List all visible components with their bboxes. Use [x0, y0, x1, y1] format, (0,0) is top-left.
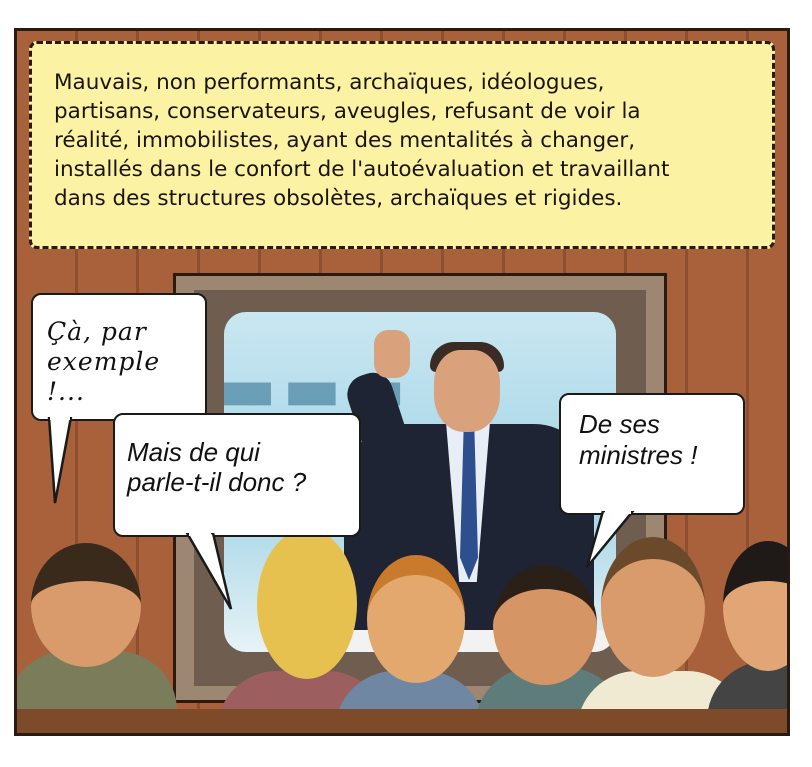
bubble-text: Mais de qui parle-t-il donc ? [127, 437, 306, 497]
caption-line: partisans, conservateurs, aveugles, refu… [54, 99, 641, 124]
audience-head-4 [493, 565, 597, 685]
comic-panel: Mauvais, non performants, archaïques, id… [14, 28, 790, 736]
bubble-text: Çà, par exemple !... [47, 317, 205, 407]
bubble-line: ministres ! [579, 440, 698, 470]
bubble-tail-surprise [47, 417, 73, 504]
bubble-line: Mais de qui [127, 437, 260, 467]
speech-bubble-answer: De ses ministres ! [559, 393, 745, 515]
caption-box: Mauvais, non performants, archaïques, id… [29, 41, 775, 249]
caption-line: Mauvais, non performants, archaïques, id… [54, 70, 605, 95]
bubble-line: Çà, par [47, 317, 147, 346]
bubble-tail-answer [585, 511, 635, 568]
audience-head-3 [367, 555, 465, 683]
bubble-text: De ses ministres ! [579, 409, 697, 471]
audience-head-1 [31, 543, 141, 667]
speaker-pointing-hand [374, 330, 410, 378]
caption-line: réalité, immobilistes, ayant des mentali… [54, 128, 636, 153]
bubble-tail-question [185, 533, 233, 610]
bubble-line: exemple !... [47, 347, 161, 406]
bubble-line: parle-t-il donc ? [127, 467, 307, 497]
caption-line: installés dans le confort de l'autoévalu… [54, 157, 670, 182]
speech-bubble-question: Mais de qui parle-t-il donc ? [113, 413, 361, 537]
bubble-line: De ses [579, 409, 660, 439]
floor-strip [17, 709, 787, 733]
audience-head-2 [257, 529, 357, 679]
caption-line: dans des structures obsolètes, archaïque… [54, 186, 623, 211]
speaker-head [434, 350, 500, 432]
speech-bubble-surprise: Çà, par exemple !... [31, 293, 207, 421]
